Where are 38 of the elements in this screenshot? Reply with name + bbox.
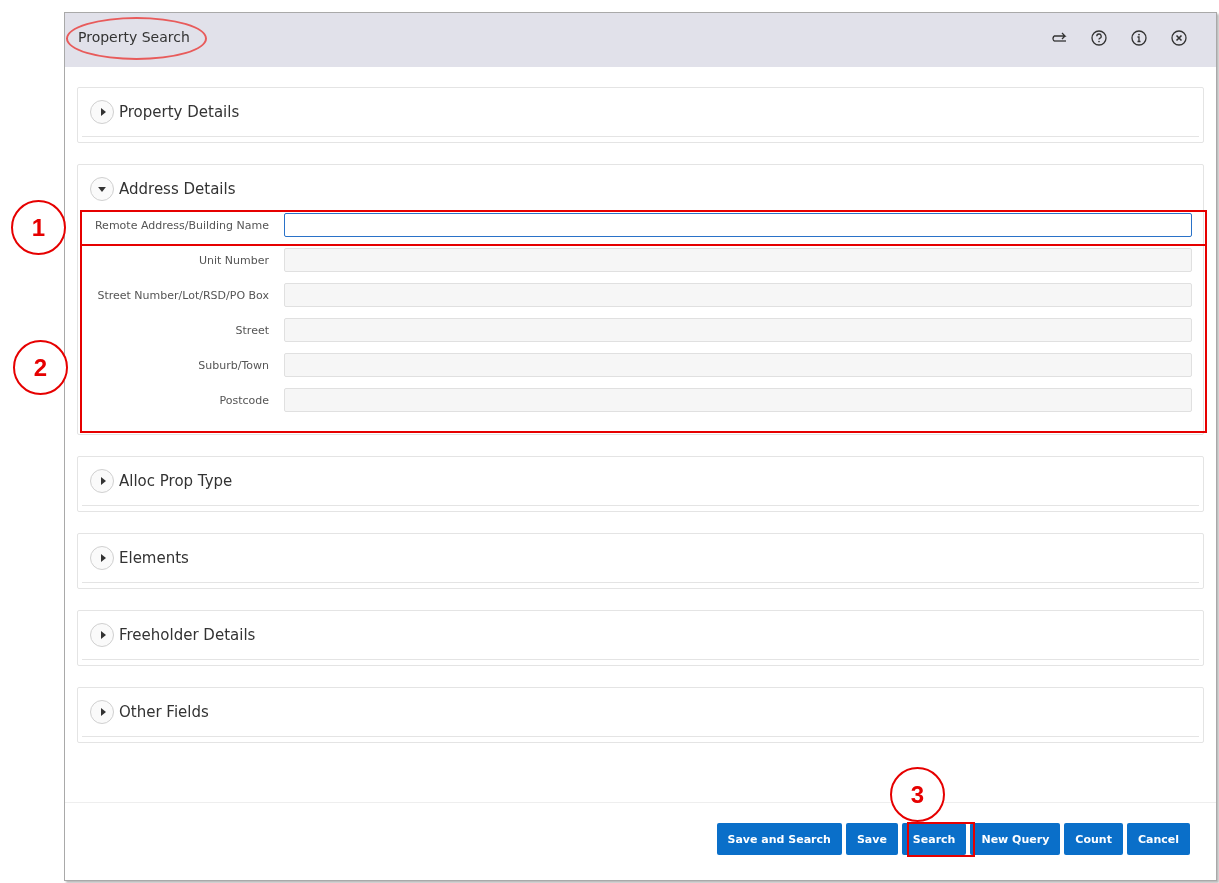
triangle-right-icon <box>100 554 106 562</box>
action-button[interactable]: Cancel <box>1126 823 1190 855</box>
field-label: Remote Address/Building Name <box>93 218 269 232</box>
section-title[interactable]: Alloc Prop Type <box>119 472 233 490</box>
field-label: Suburb/Town <box>197 358 269 372</box>
callout-number: 1 <box>11 200 66 255</box>
expand-toggle[interactable] <box>90 469 114 493</box>
action-button[interactable]: Save <box>845 823 898 855</box>
expand-toggle[interactable] <box>90 546 114 570</box>
triangle-right-icon <box>100 631 106 639</box>
triangle-right-icon <box>100 108 106 116</box>
callout-number: 2 <box>13 340 68 395</box>
action-button[interactable]: Save and Search <box>716 823 842 855</box>
expand-toggle[interactable] <box>90 623 114 647</box>
section-title[interactable]: Elements <box>119 549 189 567</box>
expand-toggle[interactable] <box>90 177 114 201</box>
section-title[interactable]: Freeholder Details <box>119 626 256 644</box>
action-button[interactable]: New Query <box>970 823 1061 855</box>
action-button[interactable]: Search <box>901 823 967 855</box>
field-label: Street <box>234 323 269 337</box>
action-button[interactable]: Count <box>1064 823 1123 855</box>
close-icon[interactable] <box>1170 29 1188 47</box>
field-label: Street Number/Lot/RSD/PO Box <box>96 288 269 302</box>
triangle-down-icon <box>98 186 106 192</box>
field-label: Unit Number <box>197 253 269 267</box>
expand-toggle[interactable] <box>90 700 114 724</box>
triangle-right-icon <box>100 708 106 716</box>
section-title[interactable]: Other Fields <box>119 703 209 721</box>
help-icon[interactable] <box>1090 29 1108 47</box>
window-title: Property Search <box>78 29 190 45</box>
section-title[interactable]: Address Details <box>119 180 236 198</box>
text-field[interactable] <box>284 213 1192 237</box>
field-label: Postcode <box>218 393 269 407</box>
highlight-frame <box>907 822 975 857</box>
expand-toggle[interactable] <box>90 100 114 124</box>
info-icon[interactable] <box>1130 29 1148 47</box>
triangle-right-icon <box>100 477 106 485</box>
section-title[interactable]: Property Details <box>119 103 240 121</box>
